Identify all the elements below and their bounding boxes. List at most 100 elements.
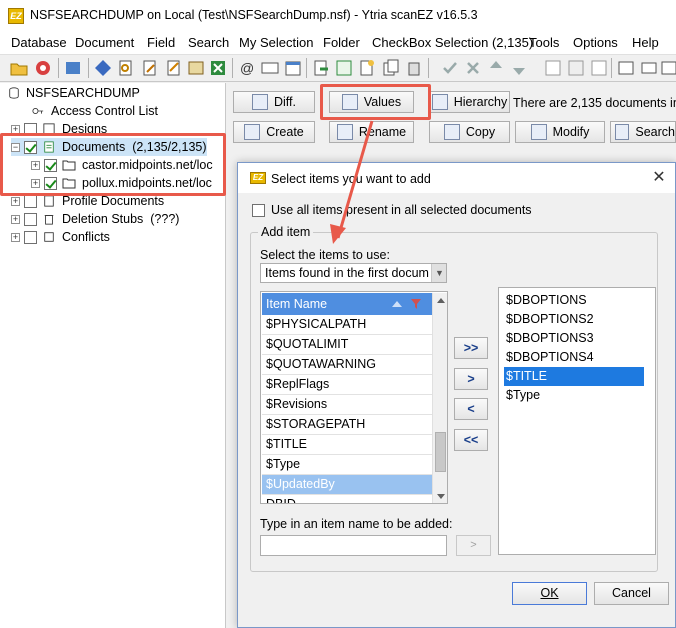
menu-field[interactable]: Field (147, 35, 175, 50)
unid-icon[interactable] (261, 59, 279, 77)
copy-button[interactable]: Copy (429, 121, 510, 143)
menu-tools[interactable]: Tools (529, 35, 559, 50)
hierarchy-button[interactable]: Hierarchy (429, 91, 510, 113)
chevron-down-icon[interactable]: ▼ (431, 264, 446, 282)
menu-options[interactable]: Options (573, 35, 618, 50)
tree-root-label: NSFSEARCHDUMP (26, 86, 140, 100)
move-down-icon[interactable] (510, 59, 528, 77)
dxl-icon[interactable] (335, 59, 353, 77)
refresh-db-icon[interactable] (34, 59, 52, 77)
expand-icon[interactable]: + (11, 214, 20, 224)
search-button[interactable]: Search (610, 121, 676, 143)
edit-doc-icon[interactable] (141, 59, 159, 77)
expand-icon[interactable]: + (11, 232, 20, 242)
move-up-icon[interactable] (487, 59, 505, 77)
scroll-up-icon[interactable] (437, 298, 445, 303)
list-item[interactable]: $ReplFlags (262, 375, 432, 395)
conflicts-checkbox[interactable] (24, 230, 37, 244)
close-icon[interactable]: ✕ (648, 167, 670, 189)
deletion-stubs-checkbox[interactable] (24, 212, 37, 226)
settings-icon[interactable] (660, 59, 676, 77)
sort-ascending-icon[interactable] (392, 301, 402, 307)
search-doc-icon[interactable] (117, 59, 135, 77)
list-item[interactable]: $QUOTALIMIT (262, 335, 432, 355)
vertical-scrollbar[interactable] (432, 293, 447, 503)
list-item-selected[interactable]: $UpdatedBy (262, 475, 432, 495)
open-folder-icon[interactable] (10, 59, 28, 77)
new-doc-icon[interactable] (358, 59, 376, 77)
scroll-down-icon[interactable] (437, 494, 445, 499)
menu-my-selection[interactable]: My Selection (239, 35, 313, 50)
tree-root[interactable]: NSFSEARCHDUMP (8, 84, 140, 102)
menu-document[interactable]: Document (75, 35, 134, 50)
list-item[interactable]: $Type (504, 386, 644, 405)
cancel-label: Cancel (612, 586, 651, 600)
create-button[interactable]: Create (233, 121, 315, 143)
remove-all-button[interactable]: << (454, 429, 488, 451)
window-icon[interactable] (617, 59, 635, 77)
available-items-list[interactable]: Item Name $PHYSICALPATH $QUOTALIMIT $QUO… (260, 291, 448, 504)
list-item[interactable]: $DBOPTIONS4 (504, 348, 644, 367)
ok-button[interactable]: OK (512, 582, 587, 605)
calendar-icon[interactable] (284, 59, 302, 77)
list-item[interactable]: $Revisions (262, 395, 432, 415)
export-icon[interactable] (312, 59, 330, 77)
check-icon[interactable] (441, 59, 459, 77)
list-item[interactable]: $Type (262, 455, 432, 475)
menu-help[interactable]: Help (632, 35, 659, 50)
menu-checkbox-selection[interactable]: CheckBox Selection (2,135) (372, 35, 533, 50)
menu-database[interactable]: Database (11, 35, 67, 50)
list-item[interactable]: $DBOPTIONS2 (504, 310, 644, 329)
menu-search[interactable]: Search (188, 35, 229, 50)
diff-button[interactable]: Diff. (233, 91, 315, 113)
copy-doc-icon[interactable] (382, 59, 400, 77)
filter-icon[interactable] (410, 298, 422, 310)
hierarchy-label: Hierarchy (453, 95, 508, 109)
modify-button[interactable]: Modify (515, 121, 605, 143)
list-item[interactable]: $STORAGEPATH (262, 415, 432, 435)
profile-checkbox[interactable] (24, 194, 37, 208)
use-all-items-checkbox[interactable] (252, 204, 265, 217)
list-item[interactable]: $QUOTAWARNING (262, 355, 432, 375)
at-icon[interactable]: @ (238, 59, 256, 77)
db-search-icon[interactable] (187, 59, 205, 77)
diamond-icon[interactable] (94, 59, 112, 77)
remove-button[interactable]: < (454, 398, 488, 420)
tag-icon[interactable] (590, 59, 608, 77)
item-name-header[interactable]: Item Name (262, 293, 432, 315)
tree-item-acl[interactable]: Access Control List (31, 102, 158, 120)
select-all-icon[interactable] (544, 59, 562, 77)
list-item[interactable]: $PHYSICALPATH (262, 315, 432, 335)
list-item[interactable]: $DBOPTIONS3 (504, 329, 644, 348)
scrollbar-thumb[interactable] (435, 432, 446, 472)
menu-folder[interactable]: Folder (323, 35, 360, 50)
create-label: Create (266, 125, 304, 139)
select-items-label: Select the items to use: (260, 248, 390, 262)
tree-item-label: Deletion Stubs (62, 212, 144, 226)
add-button[interactable]: > (454, 368, 488, 390)
cancel-button[interactable]: Cancel (594, 582, 669, 605)
dialog-title: Select items you want to add (271, 172, 431, 186)
modify-doc-icon[interactable] (165, 59, 183, 77)
use-all-items-label[interactable]: Use all items present in all selected do… (271, 203, 532, 217)
tree-item-conflicts[interactable]: + Conflicts (11, 228, 110, 246)
excel-export-icon[interactable] (209, 59, 227, 77)
mail-icon[interactable] (640, 59, 658, 77)
list-item[interactable]: $DBOPTIONS (504, 291, 644, 310)
list-item[interactable]: $TITLE (262, 435, 432, 455)
rename-button[interactable]: Rename (329, 121, 414, 143)
add-all-button[interactable]: >> (454, 337, 488, 359)
selected-items-list[interactable]: $DBOPTIONS $DBOPTIONS2 $DBOPTIONS3 $DBOP… (498, 287, 656, 555)
delete-icon[interactable] (405, 59, 423, 77)
expand-icon[interactable]: + (11, 196, 20, 206)
list-item[interactable]: DBID (262, 495, 432, 503)
uncheck-icon[interactable] (464, 59, 482, 77)
filter-icon[interactable] (64, 59, 82, 77)
list-item-selected[interactable]: $TITLE (504, 367, 644, 386)
add-typed-item-button[interactable]: > (456, 535, 491, 556)
tree-item-deletion-stubs[interactable]: + Deletion Stubs (???) (11, 210, 179, 228)
item-name-input[interactable] (260, 535, 447, 556)
database-icon (9, 87, 19, 99)
invert-selection-icon[interactable] (567, 59, 585, 77)
items-source-select[interactable]: Items found in the first docume ▼ (260, 263, 447, 283)
